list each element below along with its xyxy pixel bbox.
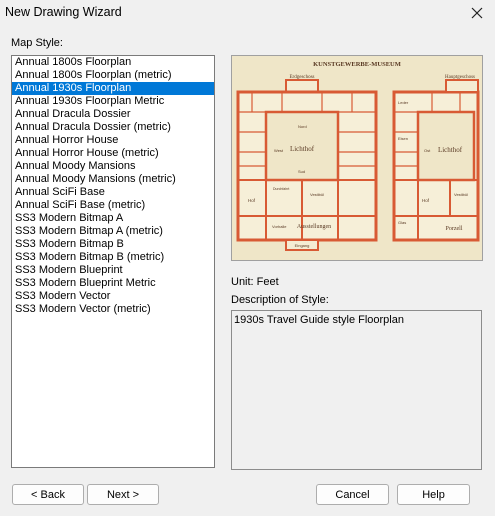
left-floorplan: Erdgeschoss Lichthof West Nord Sud Hof V… [236, 75, 378, 251]
svg-text:Ost: Ost [424, 148, 431, 153]
svg-text:Vorhalle: Vorhalle [272, 224, 287, 229]
svg-text:Hof: Hof [248, 198, 256, 203]
right-floorplan: Hauptgeschoss Lichthof Ost Leder Eisen G… [392, 75, 480, 242]
map-style-option[interactable]: Annual Horror House (metric) [12, 147, 214, 160]
map-style-option[interactable]: SS3 Modern Bitmap B (metric) [12, 251, 214, 264]
map-style-option[interactable]: SS3 Modern Vector (metric) [12, 303, 214, 316]
map-style-option[interactable]: SS3 Modern Blueprint [12, 264, 214, 277]
svg-text:Durchfahrt: Durchfahrt [273, 187, 289, 191]
svg-text:Eisen: Eisen [398, 136, 408, 141]
map-style-option[interactable]: Annual Dracula Dossier [12, 108, 214, 121]
svg-text:Lichthof: Lichthof [438, 146, 463, 154]
map-style-label: Map Style: [11, 37, 63, 49]
map-style-option[interactable]: Annual SciFi Base [12, 186, 214, 199]
map-style-option[interactable]: Annual Moody Mansions (metric) [12, 173, 214, 186]
unit-label: Unit: Feet [231, 276, 279, 288]
help-button[interactable]: Help [397, 484, 470, 505]
map-style-option[interactable]: SS3 Modern Bitmap A (metric) [12, 225, 214, 238]
map-style-option[interactable]: Annual Horror House [12, 134, 214, 147]
map-style-option[interactable]: SS3 Modern Bitmap B [12, 238, 214, 251]
floorplan-preview-illustration: KUNSTGEWERBE-MUSEUM Erdgeschoss Lichthof… [232, 56, 482, 260]
map-style-option[interactable]: Annual SciFi Base (metric) [12, 199, 214, 212]
svg-text:Ausstellungen: Ausstellungen [297, 224, 331, 230]
window-title: New Drawing Wizard [5, 5, 122, 19]
cancel-button[interactable]: Cancel [316, 484, 389, 505]
close-icon [471, 7, 483, 19]
preview-title: KUNSTGEWERBE-MUSEUM [313, 61, 401, 68]
map-style-option[interactable]: Annual 1930s Floorplan Metric [12, 95, 214, 108]
map-style-option[interactable]: Annual 1800s Floorplan (metric) [12, 69, 214, 82]
map-style-option[interactable]: SS3 Modern Vector [12, 290, 214, 303]
map-style-option[interactable]: Annual Moody Mansions [12, 160, 214, 173]
map-style-listbox[interactable]: Annual 1800s Floorplan Annual 1800s Floor… [11, 55, 215, 468]
next-button[interactable]: Next > [87, 484, 159, 505]
svg-text:Nord: Nord [298, 124, 307, 129]
description-label: Description of Style: [231, 294, 329, 306]
style-preview-image: KUNSTGEWERBE-MUSEUM Erdgeschoss Lichthof… [231, 55, 483, 261]
description-textbox[interactable]: 1930s Travel Guide style Floorplan [231, 310, 482, 470]
svg-text:Lichthof: Lichthof [290, 145, 315, 153]
svg-text:Eingang: Eingang [295, 243, 310, 248]
close-button[interactable] [463, 3, 491, 23]
map-style-option[interactable]: Annual 1800s Floorplan [12, 56, 214, 69]
new-drawing-wizard-dialog: New Drawing Wizard Map Style: Annual 180… [0, 0, 495, 516]
map-style-option[interactable]: SS3 Modern Blueprint Metric [12, 277, 214, 290]
map-style-option[interactable]: Annual Dracula Dossier (metric) [12, 121, 214, 134]
back-button[interactable]: < Back [12, 484, 84, 505]
svg-text:Vestibül: Vestibül [310, 192, 324, 197]
svg-text:Vestibül: Vestibül [454, 192, 468, 197]
svg-text:West: West [274, 148, 284, 153]
svg-text:Porzell: Porzell [446, 226, 463, 232]
title-bar: New Drawing Wizard [0, 0, 495, 26]
svg-text:Glas: Glas [398, 220, 406, 225]
description-text: 1930s Travel Guide style Floorplan [234, 314, 404, 326]
svg-text:Leder: Leder [398, 100, 409, 105]
map-style-option[interactable]: SS3 Modern Bitmap A [12, 212, 214, 225]
map-style-option[interactable]: Annual 1930s Floorplan [12, 82, 214, 95]
svg-text:Hof: Hof [422, 198, 430, 203]
svg-text:Sud: Sud [298, 169, 305, 174]
